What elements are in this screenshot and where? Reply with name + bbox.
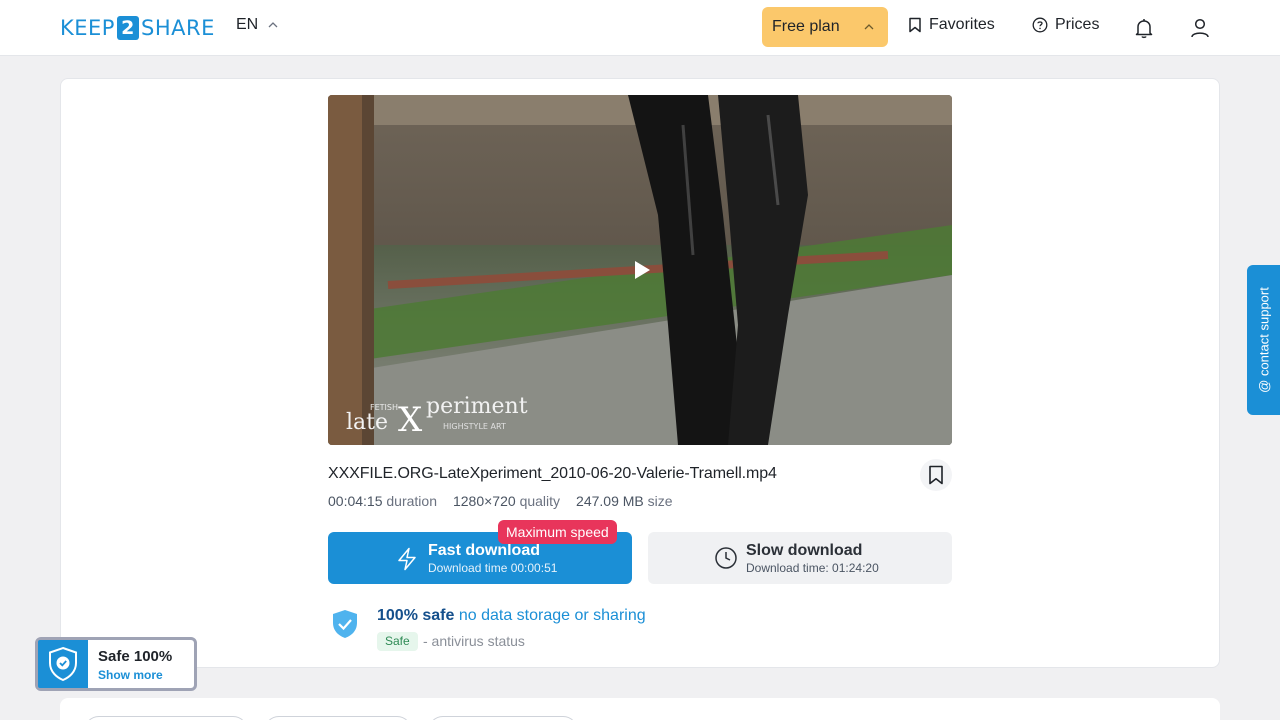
quality-label: quality bbox=[519, 493, 561, 509]
file-name: XXXFILE.ORG-LateXperiment_2010-06-20-Val… bbox=[328, 465, 777, 482]
logo-text-share: SHARE bbox=[140, 16, 215, 40]
plan-label: Free plan bbox=[772, 18, 840, 35]
add-to-favorites-button[interactable] bbox=[920, 459, 952, 491]
show-more-link[interactable]: Show more bbox=[98, 668, 163, 682]
bell-icon[interactable] bbox=[1132, 16, 1156, 40]
language-label: EN bbox=[236, 16, 259, 33]
user-icon[interactable] bbox=[1188, 16, 1212, 40]
shield-check-icon bbox=[333, 610, 357, 638]
lower-tab[interactable] bbox=[428, 716, 578, 720]
safety-rest: no data storage or sharing bbox=[454, 607, 646, 624]
slow-download-title: Slow download bbox=[746, 542, 863, 559]
chevron-up-icon bbox=[268, 22, 278, 28]
chevron-up-icon bbox=[864, 24, 874, 30]
quality-value: 1280×720 bbox=[452, 493, 516, 509]
safety-headline: 100% safe no data storage or sharing bbox=[377, 607, 646, 625]
file-meta: 00:04:15 duration 1280×720 quality 247.0… bbox=[328, 493, 673, 509]
lower-tab[interactable] bbox=[84, 716, 248, 720]
duration-label: duration bbox=[386, 493, 437, 509]
bookmark-icon bbox=[929, 465, 943, 485]
lower-tab[interactable] bbox=[264, 716, 412, 720]
contact-support-label: @ contact support bbox=[1256, 287, 1271, 393]
play-icon[interactable] bbox=[632, 259, 652, 281]
lightning-icon bbox=[398, 547, 416, 571]
size-value: 247.09 MB bbox=[576, 493, 644, 509]
fast-download-time: Download time 00:00:51 bbox=[428, 561, 558, 575]
quality-meta: 1280×720 quality bbox=[453, 493, 560, 509]
prices-label: Prices bbox=[1055, 16, 1100, 33]
lower-section bbox=[60, 698, 1220, 720]
size-meta: 247.09 MB size bbox=[576, 493, 673, 509]
favorites-label: Favorites bbox=[929, 16, 995, 33]
top-bar: KEEP 2 SHARE EN Free plan Favorites Pric… bbox=[0, 0, 1280, 56]
watermark-late: late bbox=[346, 410, 388, 435]
free-plan-button[interactable]: Free plan bbox=[762, 7, 888, 47]
contact-support-tab[interactable]: @ contact support bbox=[1247, 265, 1280, 415]
safe-widget-title: Safe 100% bbox=[98, 648, 173, 665]
antivirus-safe-pill: Safe bbox=[377, 632, 418, 651]
duration-value: 00:04:15 bbox=[328, 493, 383, 509]
watermark-periment: periment bbox=[426, 394, 528, 419]
logo-number: 2 bbox=[116, 16, 139, 40]
watermark-x: X bbox=[398, 400, 423, 440]
safe-100-widget[interactable]: Safe 100% Show more bbox=[35, 637, 197, 691]
prices-link[interactable]: Prices bbox=[1032, 16, 1099, 34]
safety-strong: 100% safe bbox=[377, 607, 455, 624]
logo-text-keep: KEEP bbox=[60, 16, 115, 40]
keep2share-logo[interactable]: KEEP 2 SHARE bbox=[60, 15, 215, 41]
slow-download-button[interactable]: Slow download Download time: 01:24:20 bbox=[648, 532, 952, 584]
size-label: size bbox=[647, 493, 673, 509]
safe-widget-badge bbox=[38, 640, 88, 688]
favorites-link[interactable]: Favorites bbox=[908, 16, 995, 34]
maximum-speed-badge: Maximum speed bbox=[498, 520, 617, 544]
watermark-sub: HIGHSTYLE ART bbox=[443, 422, 506, 431]
language-selector[interactable]: EN bbox=[236, 16, 278, 34]
duration-meta: 00:04:15 duration bbox=[328, 493, 437, 509]
slow-download-time: Download time: 01:24:20 bbox=[746, 561, 879, 575]
clock-icon bbox=[715, 547, 737, 569]
antivirus-status: - antivirus status bbox=[423, 633, 525, 649]
bookmark-icon bbox=[909, 17, 921, 33]
fast-download-title: Fast download bbox=[428, 542, 540, 559]
shield-check-icon bbox=[49, 646, 77, 682]
help-circle-icon bbox=[1032, 17, 1048, 33]
